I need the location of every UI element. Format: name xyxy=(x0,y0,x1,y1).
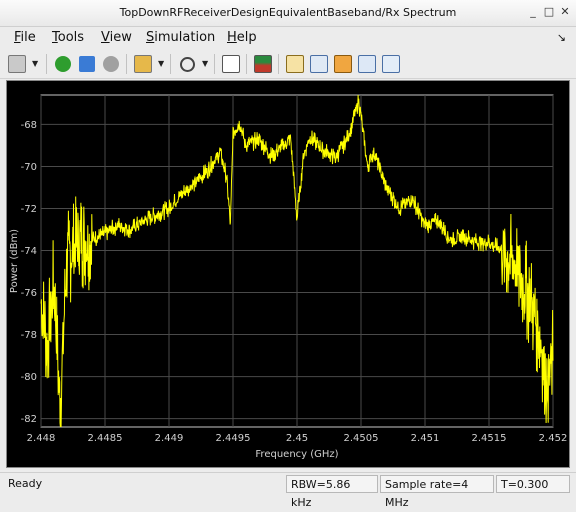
highlight-dropdown-icon[interactable]: ▼ xyxy=(158,59,164,68)
menu-bar: File Tools View Simulation Help ↘ xyxy=(0,27,576,49)
toolbar: ▼ ▼ ▼ xyxy=(0,50,576,79)
zoom-in-icon[interactable] xyxy=(176,53,198,75)
menu-file[interactable]: File xyxy=(14,30,36,45)
x-tick-label: 2.45 xyxy=(286,433,308,444)
x-tick-label: 2.4485 xyxy=(88,433,123,444)
x-tick-label: 2.451 xyxy=(411,433,440,444)
title-bar: TopDownRFReceiverDesignEquivalentBaseban… xyxy=(0,0,576,27)
y-tick-label: -76 xyxy=(21,288,37,299)
run-icon[interactable] xyxy=(52,53,74,75)
measure-icon[interactable] xyxy=(284,53,306,75)
time-readout: T=0.300 xyxy=(496,475,570,493)
toolbar-separator xyxy=(278,54,279,74)
maximize-button[interactable]: □ xyxy=(542,5,556,19)
toolbar-separator xyxy=(170,54,171,74)
minimize-button[interactable]: _ xyxy=(526,5,540,19)
toolbar-separator xyxy=(46,54,47,74)
window-title: TopDownRFReceiverDesignEquivalentBaseban… xyxy=(119,6,457,19)
y-tick-label: -68 xyxy=(21,120,37,131)
menu-view[interactable]: View xyxy=(101,30,132,45)
settings-icon[interactable] xyxy=(6,53,28,75)
y-tick-label: -70 xyxy=(21,162,37,173)
toolbar-separator xyxy=(214,54,215,74)
y-tick-label: -74 xyxy=(21,246,37,257)
menu-help[interactable]: Help xyxy=(227,30,257,45)
settings-dropdown-icon[interactable]: ▼ xyxy=(32,59,38,68)
step-forward-icon[interactable] xyxy=(76,53,98,75)
y-tick-label: -82 xyxy=(21,414,37,425)
x-tick-label: 2.449 xyxy=(155,433,184,444)
status-bar: Ready RBW=5.86 kHz Sample rate=4 MHz T=0… xyxy=(0,472,576,509)
x-tick-label: 2.452 xyxy=(539,433,568,444)
highlight-icon[interactable] xyxy=(132,53,154,75)
close-button[interactable]: ✕ xyxy=(558,5,572,19)
menu-simulation[interactable]: Simulation xyxy=(146,30,215,45)
status-ready: Ready xyxy=(8,477,43,490)
zoom-dropdown-icon[interactable]: ▼ xyxy=(202,59,208,68)
cursor-icon[interactable] xyxy=(308,53,330,75)
scale-axes-icon[interactable] xyxy=(220,53,242,75)
menu-tools[interactable]: Tools xyxy=(52,30,84,45)
y-tick-label: -80 xyxy=(21,372,37,383)
stop-icon[interactable] xyxy=(100,53,122,75)
distortion-icon[interactable] xyxy=(380,53,402,75)
y-axis-label: Power (dBm) xyxy=(9,229,20,293)
spectrum-chart: 2.448 2.4485 2.449 2.4495 2.45 2.4505 2.451 2.4… xyxy=(9,94,568,460)
x-tick-label: 2.448 xyxy=(27,433,56,444)
toolbar-separator xyxy=(126,54,127,74)
y-tick-label: -78 xyxy=(21,330,37,341)
x-axis-label: Frequency (GHz) xyxy=(255,449,338,460)
dock-pin-icon[interactable]: ↘ xyxy=(557,31,566,44)
rbw-readout: RBW=5.86 kHz xyxy=(286,475,378,509)
peak-finder-icon[interactable] xyxy=(332,53,354,75)
x-tick-label: 2.4495 xyxy=(216,433,251,444)
y-tick-label: -72 xyxy=(21,204,37,215)
spectrum-plot[interactable]: 2.448 2.4485 2.449 2.4495 2.45 2.4505 2.451 2.4… xyxy=(6,80,570,468)
x-tick-label: 2.4505 xyxy=(344,433,379,444)
spectrum-settings-icon[interactable] xyxy=(252,53,274,75)
toolbar-separator xyxy=(246,54,247,74)
x-tick-label: 2.4515 xyxy=(472,433,507,444)
sample-rate-readout: Sample rate=4 MHz xyxy=(380,475,494,509)
channel-measure-icon[interactable] xyxy=(356,53,378,75)
